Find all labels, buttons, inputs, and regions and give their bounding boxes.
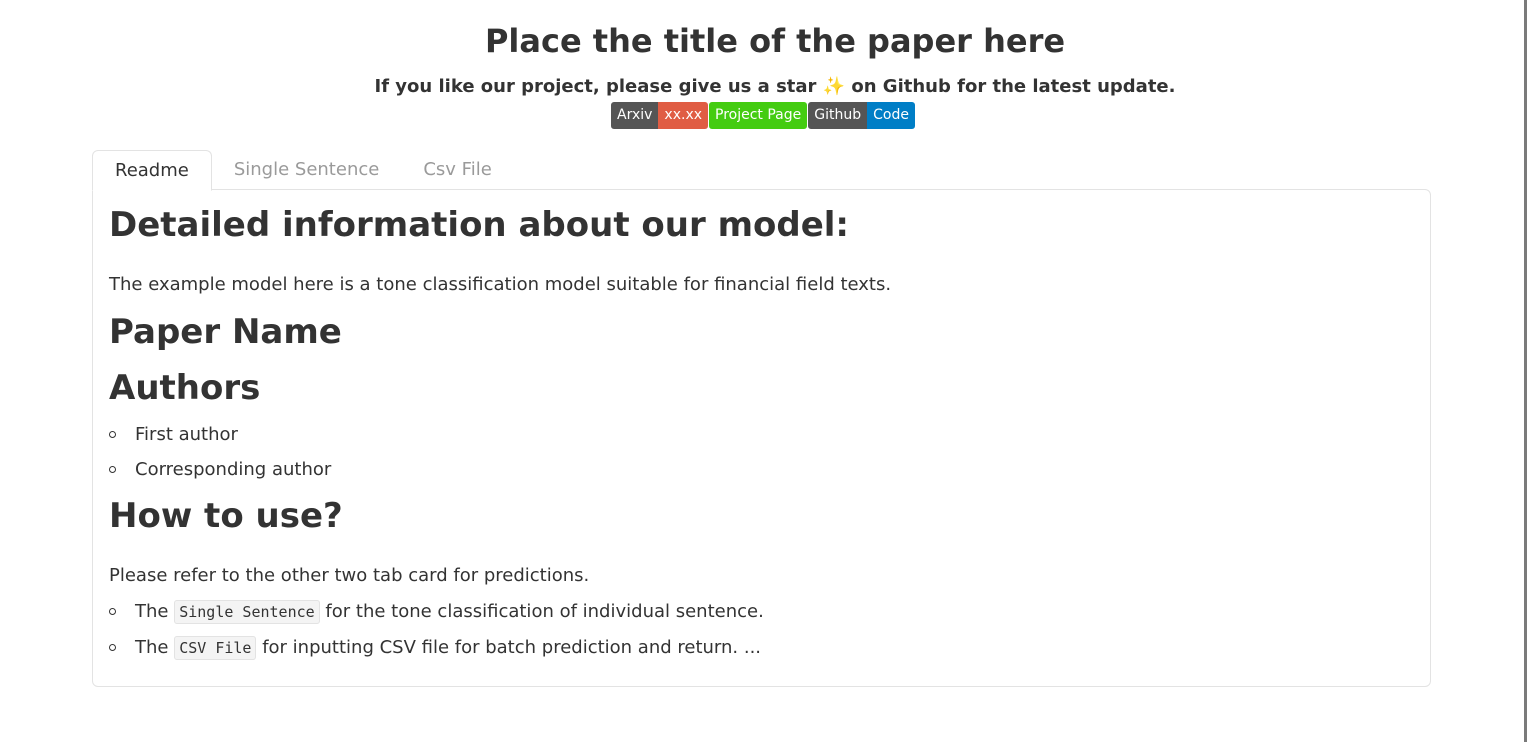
heading-authors: Authors — [109, 368, 261, 408]
page-title: Place the title of the paper here — [484, 22, 1066, 60]
list-bullet-icon — [109, 644, 116, 651]
usage-item: The Single Sentence for the tone classif… — [135, 600, 764, 624]
tab-readme[interactable]: Readme — [92, 150, 212, 191]
app-window: Place the title of the paper here If you… — [0, 0, 1527, 742]
heading-how-to-use: How to use? — [109, 496, 343, 536]
list-bullet-icon — [109, 466, 116, 473]
list-bullet-icon — [109, 431, 116, 438]
heading-detailed-info: Detailed information about our model: — [109, 205, 850, 245]
usage-item-suffix: for inputting CSV file for batch predict… — [262, 637, 762, 658]
github-badge-value: Code — [867, 102, 915, 129]
usage-item: The CSV File for inputting CSV file for … — [135, 636, 762, 660]
arxiv-badge-label: Arxiv — [611, 102, 659, 129]
arxiv-badge[interactable]: Arxiv xx.xx — [611, 102, 709, 129]
tab-csv-file[interactable]: Csv File — [401, 150, 513, 189]
list-bullet-icon — [109, 608, 116, 615]
usage-item-prefix: The — [135, 637, 169, 658]
github-badge-label: Github — [808, 102, 868, 129]
arxiv-badge-value: xx.xx — [658, 102, 709, 129]
project-page-badge-label: Project Page — [709, 102, 808, 129]
intro-text: The example model here is a tone classif… — [109, 274, 892, 295]
project-page-badge[interactable]: Project Page — [709, 102, 808, 129]
github-badge[interactable]: Github Code — [808, 102, 915, 129]
author-item: Corresponding author — [135, 459, 332, 480]
tab-single-sentence[interactable]: Single Sentence — [212, 150, 401, 189]
page-subtitle: If you like our project, please give us … — [374, 76, 1176, 97]
author-item: First author — [135, 424, 238, 445]
tab-bar: Readme Single Sentence Csv File — [92, 150, 514, 191]
heading-paper-name: Paper Name — [109, 312, 342, 352]
usage-item-code: CSV File — [174, 636, 257, 660]
usage-item-code: Single Sentence — [174, 600, 320, 624]
usage-item-suffix: for the tone classification of individua… — [325, 601, 764, 622]
badge-row: Arxiv xx.xx Project Page Github Code — [611, 102, 916, 129]
usage-intro-text: Please refer to the other two tab card f… — [109, 565, 590, 586]
usage-item-prefix: The — [135, 601, 169, 622]
